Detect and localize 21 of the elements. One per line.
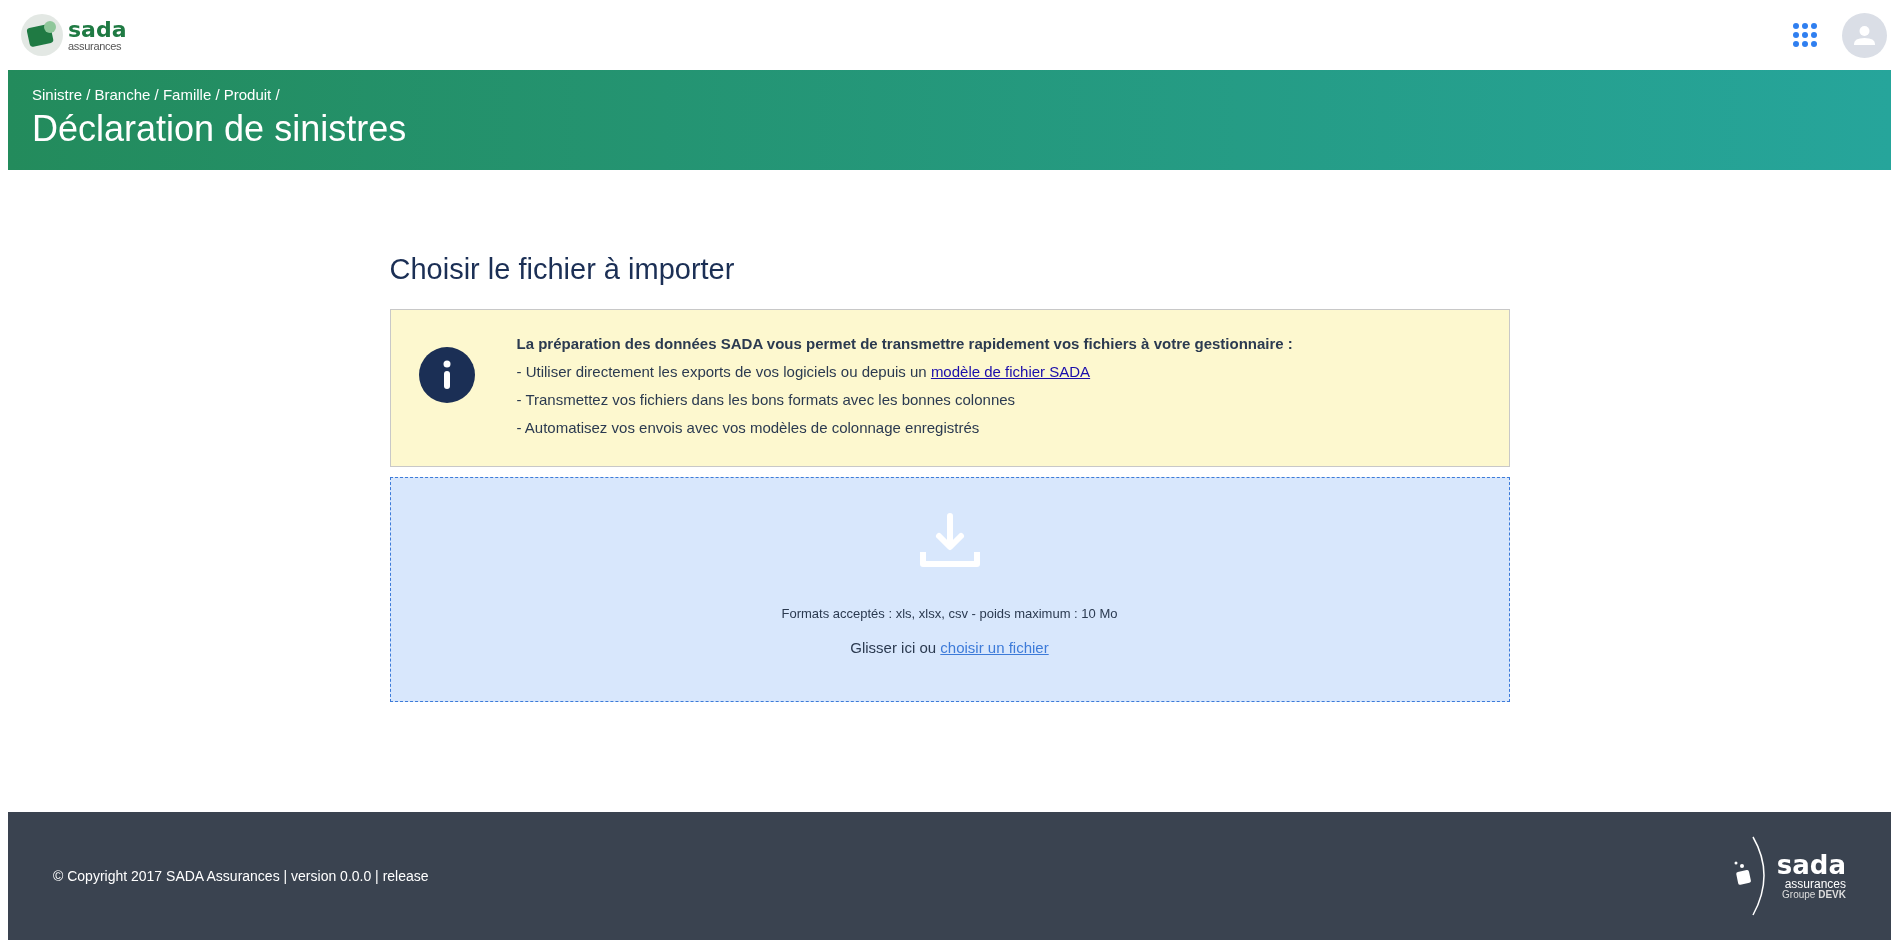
footer-logo-name: sada bbox=[1776, 852, 1846, 878]
section-heading: Choisir le fichier à importer bbox=[389, 252, 736, 287]
file-drop-zone[interactable]: Formats acceptés : xls, xlsx, csv - poids maximum : 10 Mo Glisser ici ou choisir un fichier bbox=[389, 476, 1510, 702]
info-item-text: - Utiliser directement les exports de vos logiciels ou depuis un modèle de fichier SADA bbox=[516, 361, 1092, 382]
page-title: Déclaration de sinistres bbox=[32, 106, 408, 150]
download-icon bbox=[918, 511, 981, 568]
breadcrumb: Sinistre / Branche / Famille / Produit / bbox=[32, 85, 281, 105]
drop-prompt-text: Glisser ici ou choisir un fichier bbox=[850, 638, 1049, 659]
template-file-link[interactable]: modèle de fichier SADA bbox=[930, 362, 1091, 380]
logo-name: sada bbox=[68, 18, 127, 41]
footer-logo-tagline: assurances bbox=[1784, 878, 1846, 890]
logo-icon bbox=[20, 13, 64, 57]
copyright-text: © Copyright 2017 SADA Assurances | version 0.0.0 | release bbox=[53, 866, 429, 886]
info-lead-text: La préparation des données SADA vous permet de transmettre rapidement vos fichiers à votre gestionnaire : bbox=[516, 333, 1293, 354]
formats-text: Formats acceptés : xls, xlsx, csv - poids maximum : 10 Mo bbox=[781, 604, 1118, 623]
info-icon bbox=[418, 346, 475, 403]
footer-logo-group: Groupe DEVK bbox=[1782, 890, 1846, 900]
info-item-text: - Transmettez vos fichiers dans les bons formats avec les bonnes colonnes bbox=[516, 389, 1017, 410]
info-item-text: - Automatisez vos envois avec vos modèles de colonnage enregistrés bbox=[516, 417, 981, 438]
logo-tagline: assurances bbox=[68, 40, 123, 52]
apps-grid-icon[interactable] bbox=[1792, 22, 1818, 48]
